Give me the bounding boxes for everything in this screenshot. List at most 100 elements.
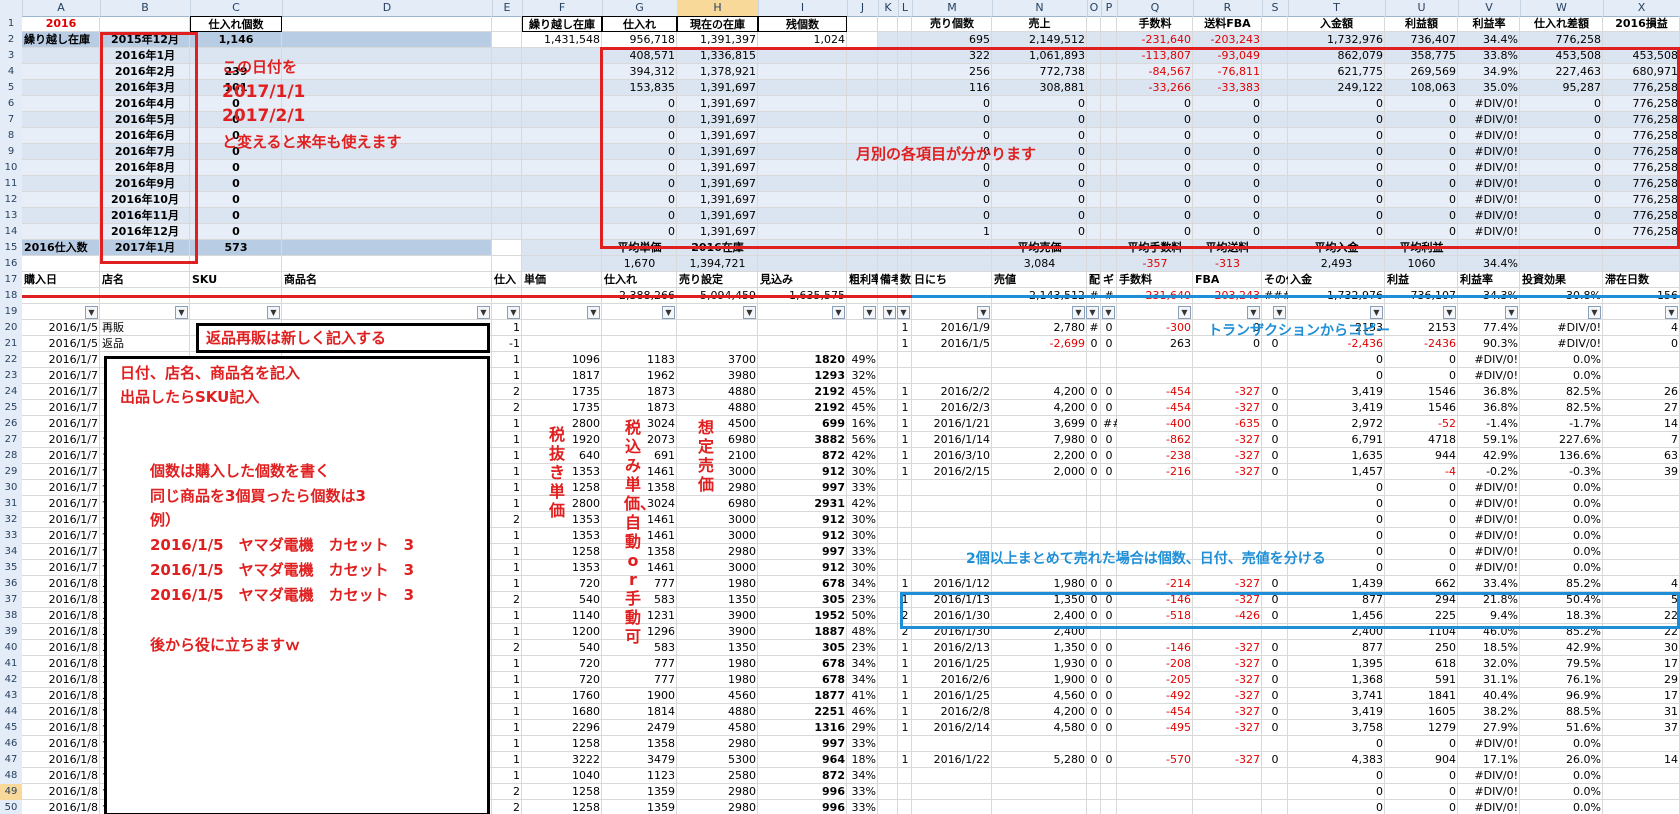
sale-price[interactable] <box>992 480 1087 496</box>
profit-rate[interactable]: 90.3% <box>1458 336 1520 352</box>
fba-value[interactable] <box>1193 512 1262 528</box>
total-sales[interactable]: 2,149,512 <box>992 32 1087 48</box>
filter-dropdown-icon[interactable]: ▼ <box>1505 306 1518 319</box>
fee-value[interactable]: -214 <box>1117 576 1193 592</box>
gross-margin[interactable]: 33% <box>847 784 878 800</box>
deposit-value[interactable]: 3,419 <box>1288 704 1385 720</box>
col-o[interactable]: 0 <box>1087 640 1101 656</box>
row15-count[interactable]: 573 <box>190 240 282 256</box>
gross-margin[interactable]: 29% <box>847 720 878 736</box>
expected-profit[interactable]: 1293 <box>758 368 847 384</box>
deposit-value[interactable]: 3,419 <box>1288 384 1385 400</box>
sale-price[interactable] <box>992 528 1087 544</box>
col-p[interactable]: 0 <box>1101 432 1117 448</box>
row-header[interactable]: 12 <box>0 192 22 209</box>
row-header[interactable]: 2 <box>0 32 22 49</box>
stay-days[interactable]: 0 <box>1603 336 1680 352</box>
price-setting[interactable]: 3000 <box>677 528 758 544</box>
col-o[interactable]: 0 <box>1087 432 1101 448</box>
column-header-r[interactable]: R <box>1193 0 1263 16</box>
expected-profit[interactable]: 996 <box>758 784 847 800</box>
row-header[interactable]: 38 <box>0 608 22 625</box>
detail-header-product[interactable]: 商品名 <box>282 272 492 288</box>
col-o[interactable]: 0 <box>1087 448 1101 464</box>
row-header[interactable]: 17 <box>0 272 22 289</box>
investment-effect[interactable]: 82.5% <box>1520 400 1603 416</box>
profit-value[interactable]: 904 <box>1385 752 1458 768</box>
column-header-m[interactable]: M <box>912 0 993 16</box>
row-header[interactable]: 30 <box>0 480 22 497</box>
sale-date[interactable] <box>912 480 992 496</box>
fee-value[interactable] <box>1117 352 1193 368</box>
avg-sale-value[interactable]: 3,084 <box>992 256 1087 272</box>
column-header-o[interactable]: O <box>1087 0 1102 16</box>
purchase-date[interactable]: 2016/1/8 <box>22 784 100 800</box>
carryover-stock-header[interactable]: 繰り越し在庫 <box>522 16 602 32</box>
unit-price[interactable]: 1096 <box>522 352 602 368</box>
profit-rate[interactable]: 59.1% <box>1458 432 1520 448</box>
detail-header-days[interactable]: 滞在日数 <box>1603 272 1680 288</box>
other-value[interactable]: 0 <box>1262 464 1288 480</box>
investment-effect[interactable]: 0.0% <box>1520 544 1603 560</box>
profit-rate[interactable]: #DIV/0! <box>1458 800 1520 814</box>
row-header[interactable]: 39 <box>0 624 22 641</box>
filter-dropdown-icon[interactable]: ▼ <box>743 306 756 319</box>
other-value[interactable]: 0 <box>1262 448 1288 464</box>
detail-header-profit-rate[interactable]: 利益率 <box>1458 272 1520 288</box>
avg-profit-value[interactable]: 1060 <box>1385 256 1458 272</box>
spreadsheet[interactable]: ABCDEFGHIJKLMNOPQRSTUVWX 1 2 3 4 5 6 7 8 9 10 11 12… <box>0 0 1680 814</box>
profit-value[interactable]: 1279 <box>1385 720 1458 736</box>
column-header-p[interactable]: P <box>1101 0 1118 16</box>
row-header[interactable]: 41 <box>0 656 22 673</box>
price-setting[interactable]: 3000 <box>677 560 758 576</box>
sale-price[interactable]: 4,200 <box>992 384 1087 400</box>
gross-margin[interactable]: 56% <box>847 432 878 448</box>
stay-days[interactable]: 4 <box>1603 576 1680 592</box>
fba-value[interactable]: -327 <box>1193 448 1262 464</box>
month-count[interactable]: 0 <box>190 224 282 240</box>
gross-margin[interactable]: 30% <box>847 560 878 576</box>
unit-price[interactable]: 3222 <box>522 752 602 768</box>
col-p[interactable]: 0 <box>1101 688 1117 704</box>
sale-price[interactable]: 4,560 <box>992 688 1087 704</box>
row-header[interactable]: 42 <box>0 672 22 689</box>
other-value[interactable] <box>1262 800 1288 814</box>
fee-value[interactable] <box>1117 512 1193 528</box>
purchase-date[interactable]: 2016/1/7 <box>22 480 100 496</box>
purchase-date[interactable]: 2016/1/8 <box>22 704 100 720</box>
filter-dropdown-icon[interactable]: ▼ <box>1588 306 1601 319</box>
profit-value[interactable]: 944 <box>1385 448 1458 464</box>
month-count[interactable]: 0 <box>190 208 282 224</box>
col-o[interactable]: 0 <box>1087 656 1101 672</box>
sale-price[interactable]: 2,000 <box>992 464 1087 480</box>
price-setting[interactable]: 4500 <box>677 416 758 432</box>
sale-date[interactable]: 2016/3/10 <box>912 448 992 464</box>
row-header[interactable]: 25 <box>0 400 22 417</box>
filter-dropdown-icon[interactable]: ▼ <box>1665 306 1678 319</box>
price-setting[interactable]: 2580 <box>677 768 758 784</box>
profit-rate[interactable]: #DIV/0! <box>1458 496 1520 512</box>
profit-value[interactable]: 0 <box>1385 512 1458 528</box>
investment-effect[interactable]: 0.0% <box>1520 496 1603 512</box>
deposit-value[interactable]: 0 <box>1288 768 1385 784</box>
sold-count[interactable]: 1 <box>898 672 912 688</box>
sale-date[interactable]: 2016/2/3 <box>912 400 992 416</box>
fee-value[interactable]: -454 <box>1117 704 1193 720</box>
col-p[interactable] <box>1101 736 1117 752</box>
investment-effect[interactable]: 0.0% <box>1520 352 1603 368</box>
profit-rate[interactable]: #DIV/0! <box>1458 736 1520 752</box>
other-value[interactable]: 0 <box>1262 576 1288 592</box>
gross-margin[interactable]: 49% <box>847 352 878 368</box>
filter-dropdown-icon[interactable]: ▼ <box>477 306 490 319</box>
price-setting[interactable] <box>677 320 758 336</box>
expected-profit[interactable]: 2251 <box>758 704 847 720</box>
row-header[interactable]: 18 <box>0 288 22 305</box>
price-setting[interactable]: 1350 <box>677 640 758 656</box>
fee-value[interactable]: -205 <box>1117 672 1193 688</box>
profit-rate[interactable]: 38.2% <box>1458 704 1520 720</box>
profit-rate[interactable]: 40.4% <box>1458 688 1520 704</box>
purchase-qty[interactable]: 2 <box>492 512 522 528</box>
detail-header-count[interactable]: 数 <box>898 272 912 288</box>
detail-header-qty[interactable]: 仕入 <box>492 272 522 288</box>
column-header-w[interactable]: W <box>1520 0 1604 16</box>
